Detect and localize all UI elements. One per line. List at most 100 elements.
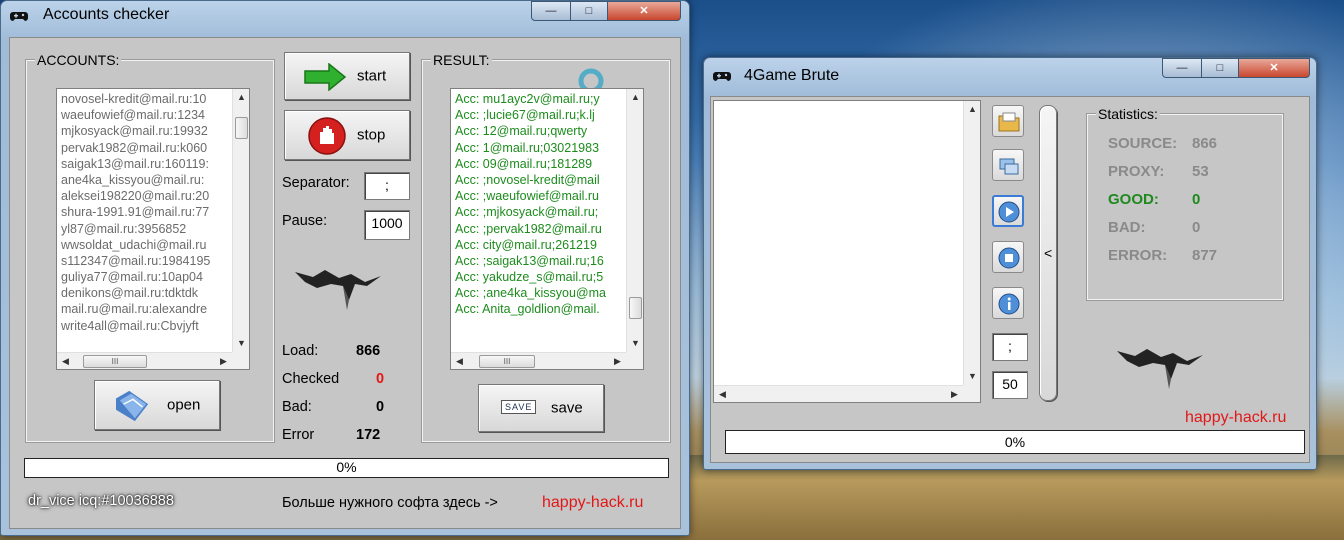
bad-value: 0 — [376, 399, 385, 415]
list-item[interactable]: mail.ru@mail.ru:alexandre — [61, 301, 231, 317]
list-item[interactable]: mjkosyack@mail.ru:19932 — [61, 123, 231, 139]
result-listbox[interactable]: Acc: mu1ayc2v@mail.ru;y Acc: ;lucie67@mai… — [450, 88, 644, 370]
crack-graphic — [295, 270, 381, 310]
crack-graphic — [1117, 349, 1203, 389]
save-button[interactable]: SAVE save — [478, 384, 604, 432]
scroll-down-arrow[interactable]: ▼ — [964, 368, 980, 385]
list-item[interactable]: Acc: city@mail.ru;261219 — [455, 237, 625, 253]
list-item[interactable]: Acc: yakudze_s@mail.ru;5 — [455, 269, 625, 285]
bad-label: Bad: — [282, 399, 312, 415]
list-item[interactable]: Acc: 09@mail.ru;181289 — [455, 156, 625, 172]
scroll-thumb[interactable] — [235, 117, 248, 139]
maximize-button[interactable]: □ — [1201, 58, 1239, 78]
minimize-button[interactable]: — — [1162, 58, 1202, 78]
scroll-right-arrow[interactable]: ▶ — [215, 353, 232, 369]
scroll-left-arrow[interactable]: ◀ — [451, 353, 468, 369]
accounts-hscrollbar[interactable]: ◀ III ▶ — [57, 352, 232, 369]
scroll-up-arrow[interactable]: ▲ — [627, 89, 643, 106]
gamepad-icon — [10, 12, 28, 21]
scroll-down-arrow[interactable]: ▼ — [627, 335, 643, 352]
stop-button[interactable]: stop — [284, 110, 410, 160]
stop-button[interactable] — [992, 241, 1024, 273]
collapse-panel-button[interactable]: < — [1039, 105, 1057, 401]
list-item[interactable]: Acc: ;saigak13@mail.ru;16 — [455, 253, 625, 269]
result-hscrollbar[interactable]: ◀ III ▶ — [451, 352, 626, 369]
list-item[interactable]: shura-1991.91@mail.ru:77 — [61, 204, 231, 220]
checked-label: Checked — [282, 371, 340, 387]
brute-vscrollbar[interactable]: ▲ ▼ — [963, 101, 980, 385]
list-item[interactable]: s112347@mail.ru:1984195 — [61, 253, 231, 269]
list-item[interactable]: Acc: 1@mail.ru;03021983 — [455, 140, 625, 156]
scroll-up-arrow[interactable]: ▲ — [964, 101, 980, 118]
list-item[interactable]: saigak13@mail.ru:160119: — [61, 156, 231, 172]
accounts-client-area: ACCOUNTS: novosel-kredit@mail.ru:10 waeuf… — [9, 37, 681, 529]
result-group-label: RESULT: — [431, 52, 492, 68]
list-item[interactable]: Acc: mu1ayc2v@mail.ru;y — [455, 91, 625, 107]
info-button[interactable] — [992, 287, 1024, 319]
accounts-checker-window: Accounts checker — □ ✕ ACCOUNTS: novosel… — [0, 0, 690, 536]
titlebar[interactable]: 4Game Brute — □ ✕ — [704, 58, 1316, 88]
list-item[interactable]: Acc: ;ane4ka_kissyou@ma — [455, 285, 625, 301]
list-item[interactable]: waeufowief@mail.ru:1234 — [61, 107, 231, 123]
separator-field[interactable]: ; — [364, 172, 410, 200]
list-item[interactable]: Acc: ;novosel-kredit@mail — [455, 172, 625, 188]
brute-textarea[interactable]: ▲ ▼ ◀ ▶ — [713, 100, 981, 403]
list-item[interactable]: wwsoldat_udachi@mail.ru — [61, 237, 231, 253]
threads-field[interactable]: 50 — [992, 371, 1028, 399]
stat-key: BAD: — [1108, 219, 1146, 236]
scroll-right-arrow[interactable]: ▶ — [609, 353, 626, 369]
list-item[interactable]: ane4ka_kissyou@mail.ru: — [61, 172, 231, 188]
result-vscrollbar[interactable]: ▲ ▼ — [626, 89, 643, 352]
list-item[interactable]: Acc: ;waeufowief@mail.ru — [455, 188, 625, 204]
list-item[interactable]: Acc: 12@mail.ru;qwerty — [455, 123, 625, 139]
folder-icon — [116, 390, 149, 422]
list-item[interactable]: aleksei198220@mail.ru:20 — [61, 188, 231, 204]
stat-value: 866 — [1192, 135, 1218, 152]
stat-value: 0 — [1192, 191, 1201, 208]
list-item[interactable]: write4all@mail.ru:Cbvjyft — [61, 318, 231, 334]
stop-hand-icon — [308, 117, 346, 155]
save-icon: SAVE — [501, 400, 537, 414]
happy-hack-link[interactable]: happy-hack.ru — [542, 494, 643, 512]
scroll-down-arrow[interactable]: ▼ — [233, 335, 249, 352]
list-item[interactable]: denikons@mail.ru:tdktdk — [61, 285, 231, 301]
play-button[interactable] — [992, 195, 1024, 227]
accounts-listbox[interactable]: novosel-kredit@mail.ru:10 waeufowief@mail… — [56, 88, 250, 370]
open-button[interactable]: open — [94, 380, 220, 430]
scroll-left-arrow[interactable]: ◀ — [714, 386, 731, 402]
pause-field[interactable]: 1000 — [364, 210, 410, 240]
scroll-thumb[interactable] — [629, 297, 642, 319]
scroll-thumb[interactable]: III — [83, 355, 147, 368]
close-button[interactable]: ✕ — [1238, 58, 1310, 78]
list-item[interactable]: yl87@mail.ru:3956852 — [61, 221, 231, 237]
checked-value: 0 — [376, 371, 385, 387]
scroll-up-arrow[interactable]: ▲ — [233, 89, 249, 106]
accounts-vscrollbar[interactable]: ▲ ▼ — [232, 89, 249, 352]
load-proxy-button[interactable] — [992, 149, 1024, 181]
brute-separator-field[interactable]: ; — [992, 333, 1028, 361]
scroll-left-arrow[interactable]: ◀ — [57, 353, 74, 369]
minimize-button[interactable]: — — [531, 1, 571, 21]
scroll-thumb[interactable]: III — [479, 355, 535, 368]
list-item[interactable]: Acc: ;mjkosyack@mail.ru; — [455, 204, 625, 220]
list-item[interactable]: Acc: ;lucie67@mail.ru;k.lj — [455, 107, 625, 123]
close-button[interactable]: ✕ — [607, 1, 681, 21]
scroll-right-arrow[interactable]: ▶ — [946, 386, 963, 402]
stat-value: 53 — [1192, 163, 1209, 180]
titlebar[interactable]: Accounts checker — □ ✕ — [1, 1, 689, 31]
list-item[interactable]: novosel-kredit@mail.ru:10 — [61, 91, 231, 107]
network-icon — [999, 158, 1019, 175]
list-item[interactable]: guliya77@mail.ru:10ap04 — [61, 269, 231, 285]
happy-hack-link[interactable]: happy-hack.ru — [1185, 409, 1286, 427]
accounts-progress-bar: 0% — [24, 458, 669, 478]
list-item[interactable]: pervak1982@mail.ru:k060 — [61, 140, 231, 156]
open-folder-button[interactable] — [992, 105, 1024, 137]
brute-client-area: ▲ ▼ ◀ ▶ ; 50 < Statistics: SOURCE: 866 P… — [710, 96, 1310, 463]
start-button[interactable]: start — [284, 52, 410, 100]
error-label: Error — [282, 427, 315, 443]
maximize-button[interactable]: □ — [570, 1, 608, 21]
list-item[interactable]: Acc: ;pervak1982@mail.ru — [455, 221, 625, 237]
stat-key: ERROR: — [1108, 247, 1168, 264]
list-item[interactable]: Acc: Anita_goldlion@mail. — [455, 301, 625, 317]
brute-hscrollbar[interactable]: ◀ ▶ — [714, 385, 963, 402]
